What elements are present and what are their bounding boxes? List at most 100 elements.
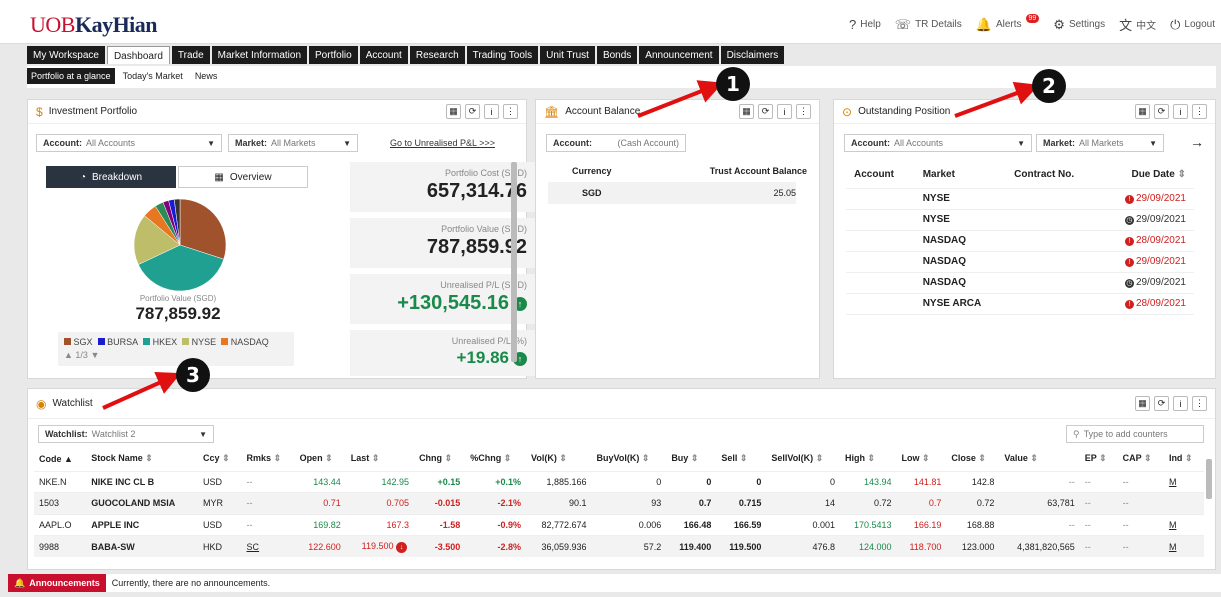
watchlist-header-row: Code ▲ Stock Name ⇕ Ccy ⇕ Rmks ⇕ Open ⇕ …: [34, 447, 1204, 471]
balance-row: SGD 25.05: [548, 182, 796, 204]
col-rmks[interactable]: Rmks ⇕: [242, 447, 295, 471]
market-select[interactable]: Market: All Markets ▼: [228, 134, 358, 152]
annotation-marker-2: 2: [1032, 69, 1066, 103]
tab-my-workspace[interactable]: My Workspace: [27, 46, 105, 64]
tab-bonds[interactable]: Bonds: [596, 46, 638, 64]
gear-icon: ⚙: [1053, 16, 1065, 32]
table-row[interactable]: NKE.N NIKE INC CL B USD -- 143.44 142.95 +0.1…: [34, 470, 1204, 493]
tab-research[interactable]: Research: [409, 46, 465, 64]
main-nav: My Workspace Dashboard Trade Market Info…: [27, 46, 785, 64]
col-high[interactable]: High ⇕: [840, 447, 897, 471]
tr-details-link[interactable]: ☏ TR Details: [895, 15, 962, 34]
col-cap[interactable]: CAP ⇕: [1118, 447, 1164, 471]
tab-portfolio[interactable]: Portfolio: [309, 46, 358, 64]
legend-pager[interactable]: ▲ 1/3 ▼: [64, 350, 99, 360]
col-ind[interactable]: Ind ⇕: [1164, 447, 1204, 471]
announcements-label[interactable]: 🔔 Announcements: [8, 574, 106, 592]
col-value[interactable]: Value ⇕: [999, 447, 1079, 471]
info-icon[interactable]: i: [1173, 396, 1188, 411]
logout-link[interactable]: ⏻ Logout: [1170, 15, 1215, 34]
settings-link[interactable]: ⚙ Settings: [1053, 15, 1105, 34]
col-ccy[interactable]: Ccy ⇕: [198, 447, 242, 471]
brand-logo[interactable]: UOBKayHian: [30, 12, 158, 38]
more-icon[interactable]: ⋮: [503, 104, 518, 119]
col-buyvol[interactable]: BuyVol(K) ⇕: [591, 447, 666, 471]
legend-item-nasdaq[interactable]: NASDAQ: [221, 337, 269, 347]
overview-tab[interactable]: ▦ Overview: [178, 166, 308, 188]
unrealised-pl-link[interactable]: Go to Unrealised P&L >>>: [390, 138, 495, 148]
grid-icon[interactable]: ▦: [739, 104, 754, 119]
breakdown-tab[interactable]: ◔ Breakdown: [46, 166, 176, 188]
grid-icon[interactable]: ▦: [446, 104, 461, 119]
legend-item-nyse[interactable]: NYSE: [182, 337, 216, 347]
op-market-select[interactable]: Market: All Markets ▼: [1036, 134, 1164, 152]
refresh-icon[interactable]: ⟳: [465, 104, 480, 119]
info-icon[interactable]: i: [777, 104, 792, 119]
table-row[interactable]: NASDAQ! 29/09/2021: [846, 251, 1194, 273]
more-icon[interactable]: ⋮: [1192, 104, 1207, 119]
col-buy[interactable]: Buy ⇕: [666, 447, 716, 471]
col-vol[interactable]: Vol(K) ⇕: [526, 447, 591, 471]
legend-item-sgx[interactable]: SGX: [64, 337, 93, 347]
col-low[interactable]: Low ⇕: [897, 447, 947, 471]
account-select[interactable]: Account: All Accounts ▼: [36, 134, 222, 152]
tab-dashboard[interactable]: Dashboard: [106, 46, 170, 64]
col-code[interactable]: Code ▲: [34, 447, 86, 471]
language-link[interactable]: 文中文: [1119, 15, 1156, 34]
subtab-portfolio-at-a-glance[interactable]: Portfolio at a glance: [27, 68, 115, 84]
legend-item-hkex[interactable]: HKEX: [143, 337, 177, 347]
arrow-right-icon[interactable]: →: [1190, 134, 1204, 150]
more-icon[interactable]: ⋮: [1192, 396, 1207, 411]
col-stock-name[interactable]: Stock Name ⇕: [86, 447, 198, 471]
legend-item-bursa[interactable]: BURSA: [97, 337, 138, 347]
table-row[interactable]: AAPL.O APPLE INC USD -- 169.82 167.3 -1.58 -0.…: [34, 513, 1204, 536]
watchlist-select[interactable]: Watchlist: Watchlist 2 ▼: [38, 425, 214, 443]
col-last[interactable]: Last ⇕: [346, 447, 414, 471]
counter-search-input[interactable]: ⚲ Type to add counters: [1066, 425, 1204, 443]
arrow-down-icon: ↓: [396, 541, 408, 553]
table-row[interactable]: NYSE! 29/09/2021: [846, 188, 1194, 210]
tab-disclaimers[interactable]: Disclaimers: [720, 46, 785, 64]
table-row[interactable]: NASDAQ ◷ 29/09/2021: [846, 272, 1194, 294]
col-open[interactable]: Open ⇕: [295, 447, 346, 471]
grid-icon[interactable]: ▦: [1135, 104, 1150, 119]
watchlist-scrollbar[interactable]: [1206, 459, 1212, 499]
table-row[interactable]: NYSE ◷ 29/09/2021: [846, 209, 1194, 231]
tab-market-information[interactable]: Market Information: [211, 46, 308, 64]
col-chng[interactable]: Chng ⇕: [414, 447, 465, 471]
op-account-select[interactable]: Account: All Accounts ▼: [844, 134, 1032, 152]
grid-icon[interactable]: ▦: [1135, 396, 1150, 411]
tab-unit-trust[interactable]: Unit Trust: [540, 46, 595, 64]
refresh-icon[interactable]: ⟳: [1154, 104, 1169, 119]
col-pchng[interactable]: %Chng ⇕: [465, 447, 526, 471]
announcement-message: Currently, there are no announcements.: [111, 578, 271, 588]
col-sell[interactable]: Sell ⇕: [716, 447, 766, 471]
portfolio-pie-chart: [133, 198, 227, 292]
tab-announcement[interactable]: Announcement: [639, 46, 719, 64]
subtab-news[interactable]: News: [191, 68, 222, 84]
table-row[interactable]: 1503 GUOCOLAND MSIA MYR -- 0.71 0.705 -0.015-…: [34, 492, 1204, 514]
col-close[interactable]: Close ⇕: [946, 447, 999, 471]
info-icon[interactable]: i: [1173, 104, 1188, 119]
eye-icon: ◉: [36, 396, 47, 411]
alerts-link[interactable]: 🔔 Alerts 99: [976, 14, 1040, 34]
tab-trade[interactable]: Trade: [171, 46, 210, 64]
more-icon[interactable]: ⋮: [796, 104, 811, 119]
investment-portfolio-panel: $ Investment Portfolio ▦ ⟳ i ⋮ Account: All …: [27, 99, 537, 379]
refresh-icon[interactable]: ⟳: [758, 104, 773, 119]
subtab-todays-market[interactable]: Today's Market: [119, 68, 187, 84]
table-row[interactable]: NASDAQ! 28/09/2021: [846, 230, 1194, 252]
tab-trading-tools[interactable]: Trading Tools: [466, 46, 539, 64]
help-link[interactable]: ? Help: [849, 15, 881, 34]
pie-caption: Portfolio Value (SGD): [139, 294, 217, 303]
table-row[interactable]: 9988 BABA-SW HKD SC 122.600 119.500 ↓ -3.500-…: [34, 535, 1204, 557]
scrollbar[interactable]: [511, 162, 517, 362]
table-row[interactable]: NYSE ARCA! 28/09/2021: [846, 293, 1194, 315]
tab-account[interactable]: Account: [359, 46, 408, 64]
info-icon[interactable]: i: [484, 104, 499, 119]
col-ep[interactable]: EP ⇕: [1080, 447, 1118, 471]
col-sellvol[interactable]: SellVol(K) ⇕: [766, 447, 840, 471]
balance-account-select[interactable]: Account: (Cash Account): [546, 134, 686, 152]
outstanding-table: Account Market Contract No. Due Date ⇕ N…: [846, 162, 1194, 315]
refresh-icon[interactable]: ⟳: [1154, 396, 1169, 411]
